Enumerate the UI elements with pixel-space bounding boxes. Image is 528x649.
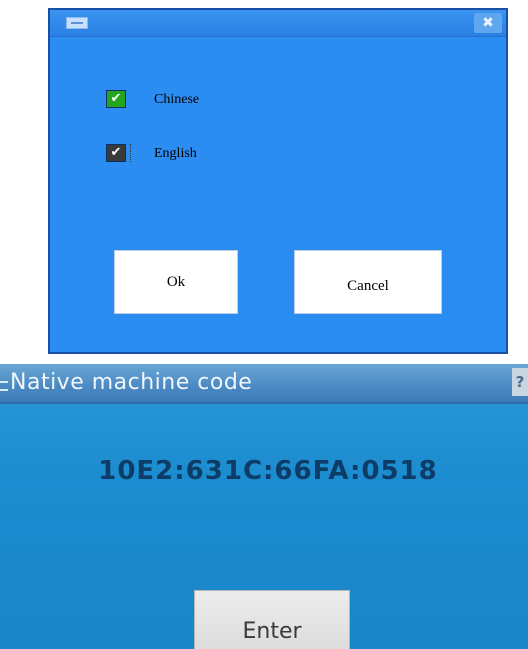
dialog-titlebar: ✖ [50, 10, 506, 37]
focus-indicator [130, 144, 131, 162]
help-button[interactable]: ? [512, 368, 528, 396]
menu-icon [0, 381, 8, 391]
machine-code-value: 10E2:631C:66FA:0518 [98, 456, 438, 486]
chinese-checkbox[interactable]: ✔ [106, 90, 126, 108]
english-checkbox[interactable]: ✔ [106, 144, 126, 162]
machine-code-panel: Native machine code ? 10E2:631C:66FA:051… [0, 364, 528, 649]
close-button[interactable]: ✖ [474, 13, 502, 33]
keyboard-icon [66, 17, 88, 29]
ok-button[interactable]: Ok [114, 250, 238, 314]
chinese-label: Chinese [154, 92, 200, 107]
language-dialog: ✖ ✔ Chinese ✔ English Ok Cancel [48, 8, 508, 354]
panel-title: Native machine code [10, 370, 253, 395]
english-label: English [154, 146, 197, 161]
cancel-button[interactable]: Cancel [294, 250, 442, 314]
enter-button[interactable]: Enter [194, 590, 350, 649]
panel-titlebar: Native machine code ? [0, 364, 528, 404]
